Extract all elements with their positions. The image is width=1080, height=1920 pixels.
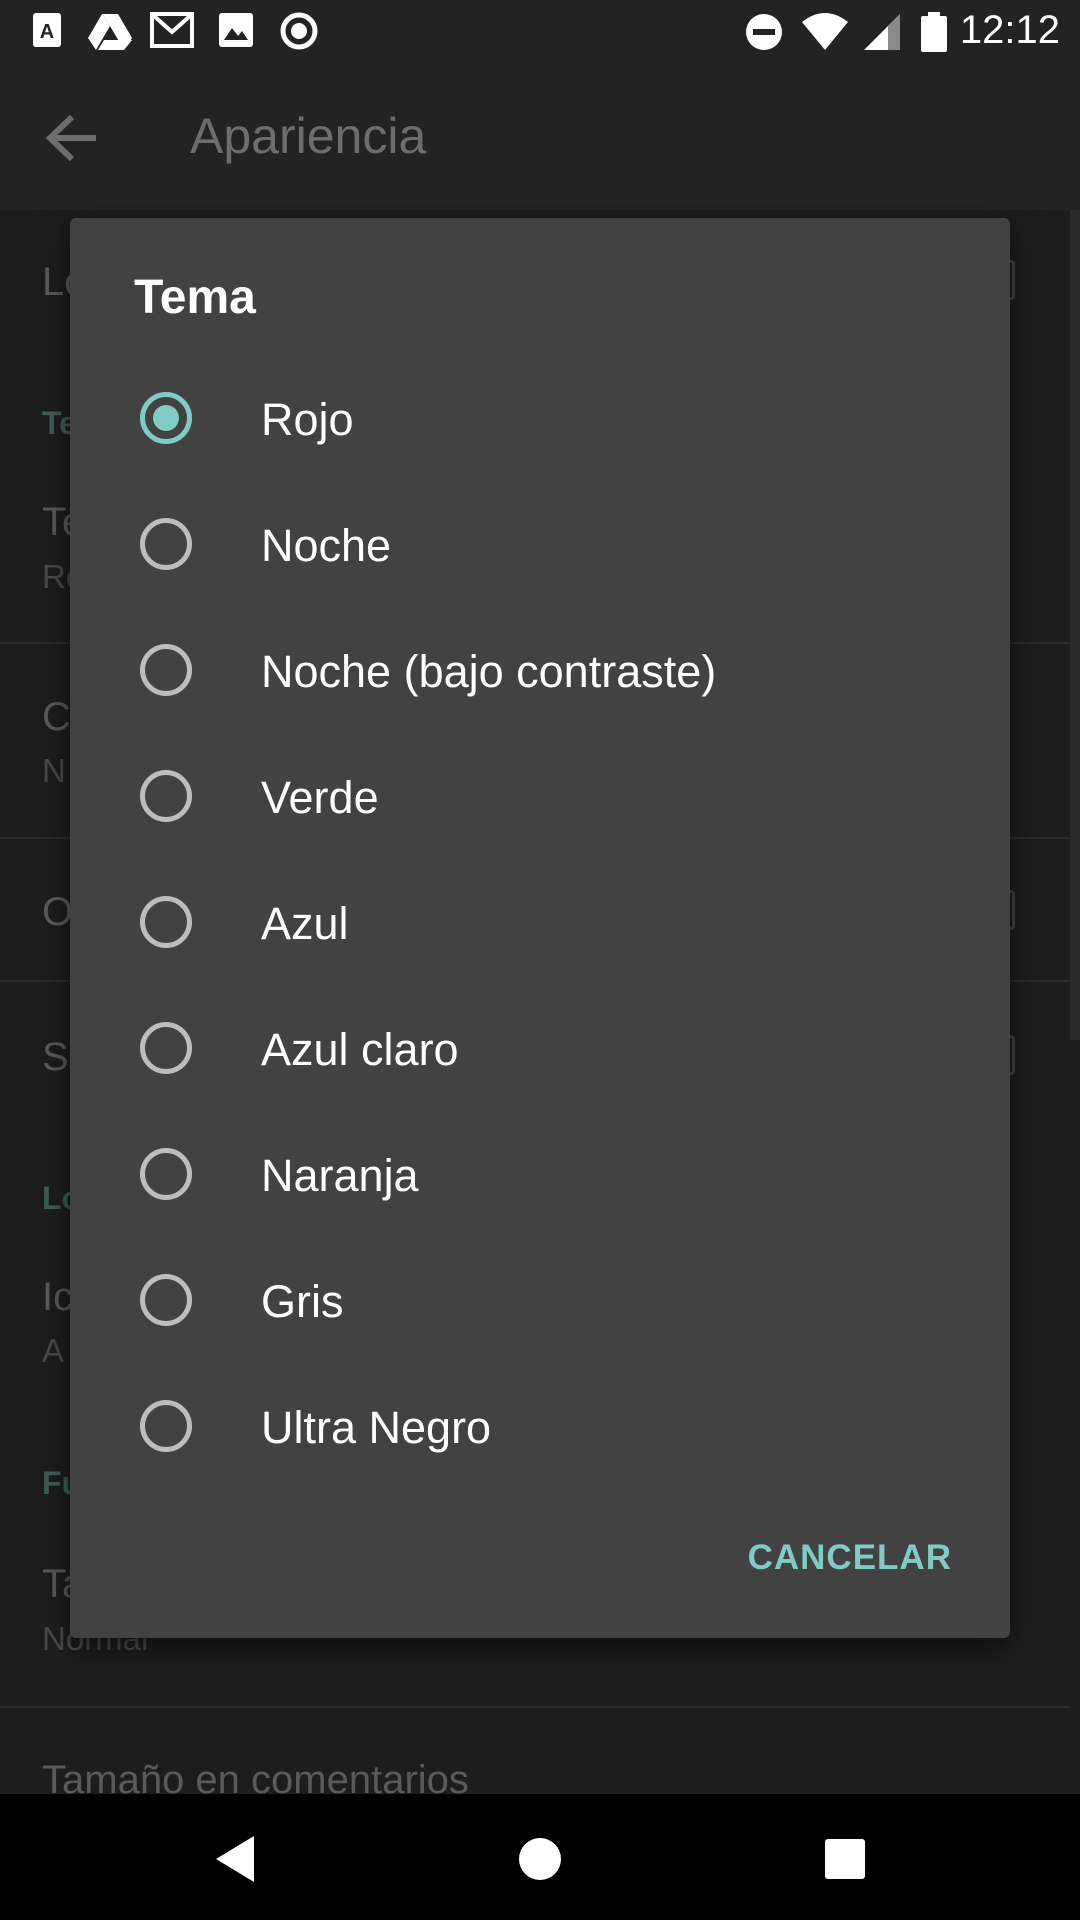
divider (0, 1706, 1070, 1708)
radio-button[interactable] (140, 1148, 192, 1200)
list-item[interactable]: O (42, 890, 73, 935)
page-title: Apariencia (190, 108, 427, 164)
radio-button[interactable] (140, 644, 192, 696)
navigation-bar (0, 1794, 1080, 1920)
radio-button[interactable] (140, 518, 192, 570)
dnd-icon (746, 14, 782, 50)
list-item[interactable]: Ic (42, 1275, 73, 1320)
option-label: Azul (261, 898, 349, 949)
app-a-icon: A (33, 13, 61, 47)
list-item[interactable]: S (42, 1035, 69, 1080)
recents-square-icon[interactable] (810, 1824, 880, 1894)
radio-button[interactable] (140, 896, 192, 948)
radio-option-azul[interactable]: Azul (70, 860, 1010, 986)
theme-dialog: Tema Rojo Noche Noche (bajo contraste) V… (70, 218, 1010, 1638)
radio-option-naranja[interactable]: Naranja (70, 1112, 1010, 1238)
gmail-icon (150, 12, 194, 48)
list-item-sub: N (42, 752, 66, 789)
drive-icon (88, 14, 132, 50)
radio-button[interactable] (140, 1022, 192, 1074)
signal-icon (864, 14, 900, 50)
radio-option-gris[interactable]: Gris (70, 1238, 1010, 1364)
cancel-button[interactable]: CANCELAR (748, 1538, 952, 1578)
dialog-title: Tema (134, 271, 256, 324)
option-label: Gris (261, 1276, 344, 1327)
app-bar: Apariencia (0, 63, 1080, 210)
radio-option-rojo[interactable]: Rojo (70, 356, 1010, 482)
radio-option-noche[interactable]: Noche (70, 482, 1010, 608)
radio-button[interactable] (140, 770, 192, 822)
arrow-left-icon[interactable] (44, 113, 100, 163)
option-label: Azul claro (261, 1024, 459, 1075)
scrollbar[interactable] (1070, 210, 1080, 1040)
option-label: Noche (bajo contraste) (261, 646, 717, 697)
photo-icon (219, 13, 253, 47)
option-label: Noche (261, 520, 392, 571)
option-label: Ultra Negro (261, 1402, 492, 1453)
radio-option-azul-claro[interactable]: Azul claro (70, 986, 1010, 1112)
status-time: 12:12 (959, 8, 1060, 52)
list-item-sub: A (42, 1332, 65, 1369)
battery-icon (921, 12, 947, 52)
radio-option-ultra-negro[interactable]: Ultra Negro (70, 1364, 1010, 1490)
svg-text:A: A (40, 21, 54, 43)
wifi-icon (802, 13, 848, 50)
radio-option-verde[interactable]: Verde (70, 734, 1010, 860)
radio-button[interactable] (140, 1400, 192, 1452)
back-triangle-icon[interactable] (200, 1824, 270, 1894)
radio-button-selected[interactable] (140, 392, 192, 444)
option-label: Naranja (261, 1150, 419, 1201)
circle-dot-icon (280, 12, 318, 50)
status-bar: A 12:12 (0, 0, 1080, 63)
radio-button[interactable] (140, 1274, 192, 1326)
home-circle-icon[interactable] (505, 1824, 575, 1894)
radio-option-noche-bajo-contraste[interactable]: Noche (bajo contraste) (70, 608, 1010, 734)
list-item[interactable]: C (42, 695, 71, 740)
option-label: Rojo (261, 394, 354, 445)
option-label: Verde (261, 772, 379, 823)
